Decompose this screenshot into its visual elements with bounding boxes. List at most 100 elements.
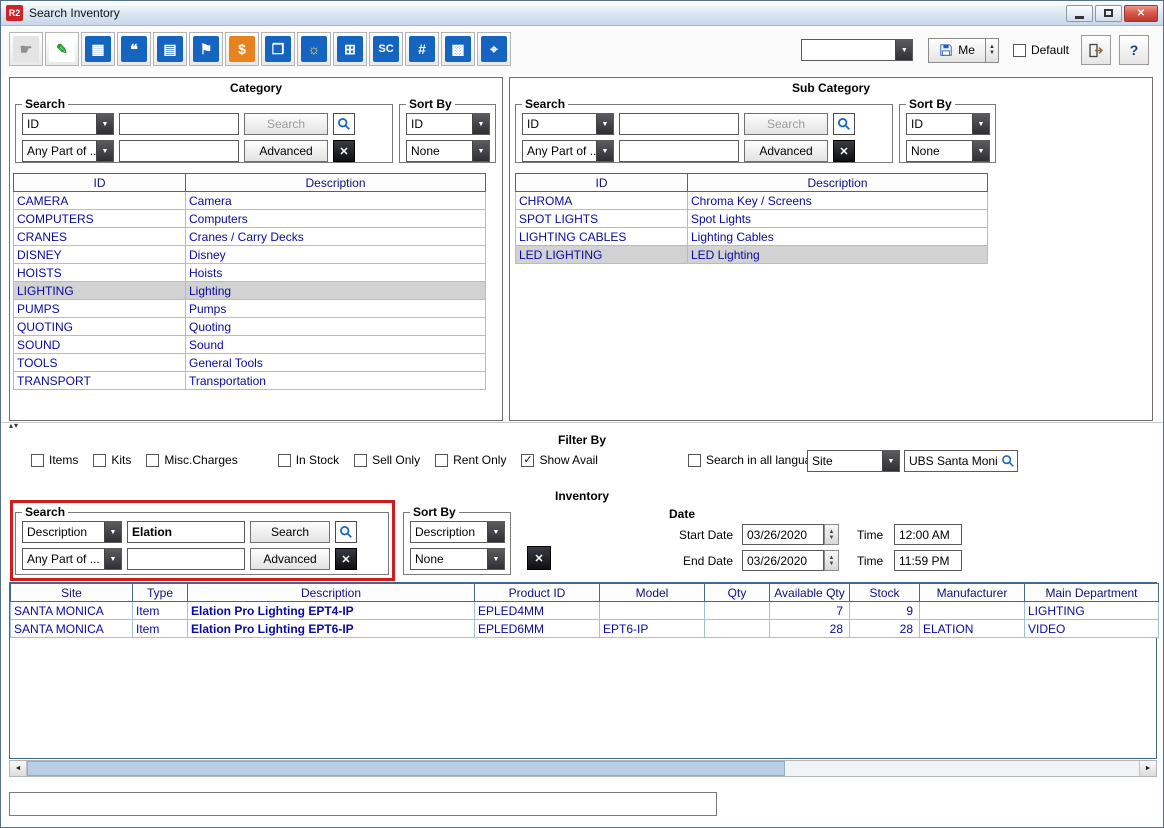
scroll-right-button[interactable]: ►: [1139, 761, 1156, 776]
category-row[interactable]: COMPUTERSComputers: [14, 210, 486, 228]
column-header-product-id[interactable]: Product ID: [475, 584, 600, 602]
filter-checkbox-sell-only[interactable]: Sell Only: [354, 453, 420, 467]
pan-icon[interactable]: ☛: [9, 32, 43, 66]
column-header-stock[interactable]: Stock: [850, 584, 920, 602]
save-options-split-button[interactable]: ▲▼: [986, 38, 999, 63]
subcategory-row[interactable]: CHROMAChroma Key / Screens: [516, 192, 988, 210]
filter-checkbox-misc-charges[interactable]: Misc.Charges: [146, 453, 237, 467]
column-header-id[interactable]: ID: [516, 174, 688, 192]
category-search-input[interactable]: [119, 113, 239, 135]
subcategory-advanced-button[interactable]: Advanced: [744, 140, 828, 162]
category-advanced-button[interactable]: Advanced: [244, 140, 328, 162]
category-search-mode-combo[interactable]: Any Part of ... ▼: [22, 140, 114, 162]
secure-cart-icon[interactable]: $: [225, 32, 259, 66]
search-icon[interactable]: [1001, 454, 1015, 468]
category-search-field-combo[interactable]: ID ▼: [22, 113, 114, 135]
close-button[interactable]: ✕: [1124, 5, 1158, 22]
scrollbar-track[interactable]: [27, 761, 1139, 776]
subcategory-search-input-2[interactable]: [619, 140, 739, 162]
inventory-clear-button[interactable]: ✕: [335, 548, 357, 570]
serial-number-icon[interactable]: #: [405, 32, 439, 66]
category-sort-secondary-combo[interactable]: None ▼: [406, 140, 490, 162]
filter-checkbox-in-stock[interactable]: In Stock: [278, 453, 339, 467]
price-tags-icon[interactable]: ⚑: [189, 32, 223, 66]
inventory-search-mode-combo[interactable]: Any Part of ... ▼: [22, 548, 122, 570]
scroll-left-button[interactable]: ◄: [10, 761, 27, 776]
category-row[interactable]: LIGHTINGLighting: [14, 282, 486, 300]
column-header-manufacturer[interactable]: Manufacturer: [920, 584, 1025, 602]
inventory-search-field-combo[interactable]: Description ▼: [22, 521, 122, 543]
inventory-search-magnifier-button[interactable]: [335, 521, 357, 543]
column-header-description[interactable]: Description: [688, 174, 988, 192]
default-checkbox[interactable]: Default: [1013, 43, 1069, 57]
start-time-input[interactable]: [894, 524, 962, 545]
subcategory-sort-secondary-combo[interactable]: None ▼: [906, 140, 990, 162]
splitter-collapse-icon[interactable]: ▴▾: [9, 421, 19, 430]
column-header-description[interactable]: Description: [188, 584, 475, 602]
start-date-spinner[interactable]: ▲▼: [824, 524, 839, 545]
subcategory-sort-primary-combo[interactable]: ID ▼: [906, 113, 990, 135]
subcategory-search-magnifier-button[interactable]: [833, 113, 855, 135]
category-row[interactable]: TRANSPORTTransportation: [14, 372, 486, 390]
minimize-button[interactable]: [1066, 5, 1093, 22]
inventory-result-row[interactable]: SANTA MONICAItemElation Pro Lighting EPT…: [11, 620, 1159, 638]
monitor-search-icon[interactable]: ⌖: [477, 32, 511, 66]
filter-checkbox-show-avail[interactable]: ✓Show Avail: [521, 453, 597, 467]
category-row[interactable]: HOISTSHoists: [14, 264, 486, 282]
inventory-result-row[interactable]: SANTA MONICAItemElation Pro Lighting EPT…: [11, 602, 1159, 620]
end-time-input[interactable]: [894, 550, 962, 571]
category-row[interactable]: SOUNDSound: [14, 336, 486, 354]
column-header-type[interactable]: Type: [133, 584, 188, 602]
site-filter-combo[interactable]: Site ▼: [807, 450, 900, 472]
category-search-magnifier-button[interactable]: [333, 113, 355, 135]
column-header-description[interactable]: Description: [186, 174, 486, 192]
inventory-reset-button[interactable]: ✕: [527, 546, 551, 570]
category-row[interactable]: QUOTINGQuoting: [14, 318, 486, 336]
end-date-input[interactable]: [742, 550, 824, 571]
subcategory-search-button[interactable]: Search: [744, 113, 828, 135]
layout-grid-icon[interactable]: ▦: [81, 32, 115, 66]
inventory-search-button[interactable]: Search: [250, 521, 330, 543]
category-search-input-2[interactable]: [119, 140, 239, 162]
catalog-icon[interactable]: ❐: [261, 32, 295, 66]
help-button[interactable]: ?: [1119, 35, 1149, 65]
category-row[interactable]: CAMERACamera: [14, 192, 486, 210]
column-header-id[interactable]: ID: [14, 174, 186, 192]
subcategory-row[interactable]: SPOT LIGHTSSpot Lights: [516, 210, 988, 228]
column-header-available-qty[interactable]: Available Qty: [770, 584, 850, 602]
exit-button[interactable]: [1081, 35, 1111, 65]
column-header-site[interactable]: Site: [11, 584, 133, 602]
end-date-spinner[interactable]: ▲▼: [824, 550, 839, 571]
column-header-qty[interactable]: Qty: [705, 584, 770, 602]
subcategory-search-mode-combo[interactable]: Any Part of ... ▼: [522, 140, 614, 162]
inventory-search-input-2[interactable]: [127, 548, 245, 570]
category-row[interactable]: TOOLSGeneral Tools: [14, 354, 486, 372]
subcategory-search-field-combo[interactable]: ID ▼: [522, 113, 614, 135]
tag-sc-icon[interactable]: SC: [369, 32, 403, 66]
panel-splitter[interactable]: ▴▾: [1, 422, 1163, 431]
horizontal-scrollbar[interactable]: ◄ ►: [9, 760, 1157, 777]
edit-icon[interactable]: ✎: [45, 32, 79, 66]
inventory-sort-primary-combo[interactable]: Description ▼: [410, 521, 505, 543]
site-value-field[interactable]: UBS Santa Moni: [904, 450, 1018, 472]
category-sort-primary-combo[interactable]: ID ▼: [406, 113, 490, 135]
subcategory-row[interactable]: LED LIGHTINGLED Lighting: [516, 246, 988, 264]
column-header-model[interactable]: Model: [600, 584, 705, 602]
inventory-search-input[interactable]: [127, 521, 245, 543]
tips-icon[interactable]: ☼: [297, 32, 331, 66]
category-clear-button[interactable]: ✕: [333, 140, 355, 162]
column-header-main-department[interactable]: Main Department: [1025, 584, 1159, 602]
save-me-button[interactable]: Me: [928, 38, 986, 63]
filter-checkbox-rent-only[interactable]: Rent Only: [435, 453, 506, 467]
inventory-advanced-button[interactable]: Advanced: [250, 548, 330, 570]
comment-icon[interactable]: ❝: [117, 32, 151, 66]
filter-checkbox-kits[interactable]: Kits: [93, 453, 131, 467]
category-search-button[interactable]: Search: [244, 113, 328, 135]
footer-input[interactable]: [9, 792, 717, 816]
calculator-icon[interactable]: ▩: [441, 32, 475, 66]
subcategory-clear-button[interactable]: ✕: [833, 140, 855, 162]
maximize-button[interactable]: [1095, 5, 1122, 22]
start-date-input[interactable]: [742, 524, 824, 545]
register-icon[interactable]: ▤: [153, 32, 187, 66]
subcategory-row[interactable]: LIGHTING CABLESLighting Cables: [516, 228, 988, 246]
